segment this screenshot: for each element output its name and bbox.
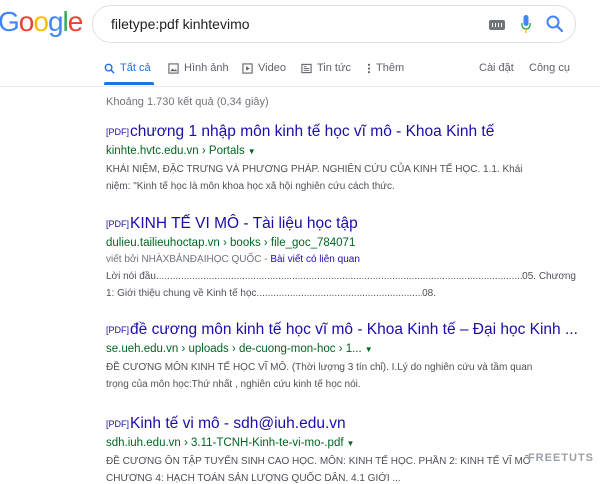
tabs-divider [0, 86, 600, 87]
tab-tools[interactable]: Công cụ [529, 62, 570, 74]
tab-label: Video [258, 62, 286, 74]
logo-letter: G [0, 6, 20, 37]
search-result: [PDF]KINH TẾ VI MÔ - Tài liệu học tập du… [106, 214, 576, 302]
watermark-logo: FREETUTS [527, 452, 594, 464]
author-text: viết bởi NHÀXBẢNĐẠIHỌC QUỐC - [106, 254, 271, 265]
result-author-line: viết bởi NHÀXBẢNĐẠIHỌC QUỐC - Bài viết c… [106, 252, 576, 268]
result-snippet-line: niệm: "Kinh tế học là môn khoa học xã hộ… [106, 181, 395, 192]
result-title: chương 1 nhập môn kinh tế học vĩ mô - Kh… [130, 123, 495, 140]
mic-icon[interactable] [521, 15, 531, 35]
result-title-link[interactable]: [PDF]đề cương môn kinh tế học vĩ mô - Kh… [106, 320, 578, 340]
tab-video[interactable]: Video [242, 62, 286, 74]
result-url-text: sdh.iuh.edu.vn › 3.11-TCNH-Kinh-te-vi-mo… [106, 437, 344, 449]
more-icon [367, 63, 371, 73]
result-url[interactable]: dulieu.tailieuhoctap.vn › books › file_g… [106, 234, 576, 252]
result-snippet-line: trọng của môn học:Thứ nhất , nghiên cứu … [106, 379, 361, 390]
result-snippet-line: ĐỀ CƯƠNG ÔN TẬP TUYỂN SINH CAO HỌC. MÔN:… [106, 456, 531, 467]
toc-right: 05. Chương [522, 271, 576, 282]
result-stats: Khoảng 1.730 kết quả (0,34 giây) [106, 96, 269, 108]
caret-down-icon[interactable]: ▼ [365, 345, 373, 354]
tab-label: Tất cả [120, 62, 151, 74]
keyboard-icon[interactable] [489, 20, 505, 30]
tab-label: Tin tức [317, 62, 351, 74]
search-icon[interactable] [545, 14, 565, 34]
result-snippet-line: CHƯƠNG 4: HẠCH TOÁN SẢN LƯỢNG QUỐC DÂN. … [106, 473, 401, 484]
search-icon [104, 63, 115, 74]
pdf-badge: [PDF] [106, 219, 130, 229]
pdf-badge: [PDF] [106, 419, 130, 429]
result-title: đề cương môn kinh tế học vĩ mô - Khoa Ki… [130, 321, 578, 338]
logo-letter: o [18, 6, 35, 37]
toc-dots: ........................................… [155, 271, 523, 282]
toc-left: Lời nói đầu [106, 271, 156, 282]
search-bar[interactable]: filetype:pdf kinhtevimo [92, 5, 576, 43]
tab-images[interactable]: Hình ảnh [168, 62, 229, 74]
result-title: KINH TẾ VI MÔ - Tài liệu học tập [130, 215, 358, 232]
toc-right: 08. [422, 288, 436, 299]
logo-letter: e [67, 6, 84, 37]
pdf-badge: [PDF] [106, 325, 130, 335]
result-url-text: se.ueh.edu.vn › uploads › de-cuong-mon-h… [106, 343, 362, 355]
result-url[interactable]: sdh.iuh.edu.vn › 3.11-TCNH-Kinh-te-vi-mo… [106, 434, 576, 453]
tab-more[interactable]: Thêm [367, 62, 404, 74]
search-result: [PDF]chương 1 nhập môn kinh tế học vĩ mô… [106, 122, 576, 195]
related-articles-link[interactable]: Bài viết có liên quan [270, 254, 360, 265]
result-url[interactable]: se.ueh.edu.vn › uploads › de-cuong-mon-h… [106, 340, 576, 359]
tab-all[interactable]: Tất cả [104, 62, 151, 74]
result-url-text: kinhte.hvtc.edu.vn › Portals [106, 145, 245, 157]
video-icon [242, 62, 253, 74]
tab-label: Cài đặt [479, 62, 514, 74]
caret-down-icon[interactable]: ▼ [347, 439, 355, 448]
google-logo[interactable]: Google [0, 6, 84, 38]
result-title-link[interactable]: [PDF]chương 1 nhập môn kinh tế học vĩ mô… [106, 122, 576, 142]
logo-letters: oogle [18, 6, 84, 38]
caret-down-icon[interactable]: ▼ [248, 147, 256, 156]
result-snippet-line: KHÁI NIỆM, ĐẶC TRƯNG VÀ PHƯƠNG PHÁP. NGH… [106, 164, 523, 175]
search-result: [PDF]Kinh tế vi mô - sdh@iuh.edu.vn sdh.… [106, 414, 576, 484]
result-title-link[interactable]: [PDF]KINH TẾ VI MÔ - Tài liệu học tập [106, 214, 576, 234]
result-url-text: dulieu.tailieuhoctap.vn › books › file_g… [106, 237, 356, 249]
tab-settings[interactable]: Cài đặt [479, 62, 514, 74]
toc-row: 1: Giới thiệu chung về Kinh tế học .....… [106, 285, 436, 302]
image-icon [168, 62, 179, 74]
toc-row: Lời nói đầu.............................… [106, 268, 576, 285]
result-title-link[interactable]: [PDF]Kinh tế vi mô - sdh@iuh.edu.vn [106, 414, 576, 434]
result-title: Kinh tế vi mô - sdh@iuh.edu.vn [130, 415, 346, 432]
toc-left: 1: Giới thiệu chung về Kinh tế học [106, 288, 257, 299]
tab-label: Thêm [376, 62, 405, 74]
result-snippet-line: ĐỀ CƯƠNG MÔN KINH TẾ HỌC VĨ MÔ. (Thời lư… [106, 362, 533, 373]
search-result: [PDF]đề cương môn kinh tế học vĩ mô - Kh… [106, 320, 578, 393]
tab-label: Hình ảnh [184, 62, 229, 74]
search-tabs: Tất cả Hình ảnh Video Tin tức Thêm Cài đ… [0, 56, 600, 86]
tab-label: Công cụ [529, 62, 570, 74]
logo-letter: g [47, 6, 64, 37]
logo-letter: o [33, 6, 49, 37]
tab-news[interactable]: Tin tức [301, 62, 351, 74]
active-tab-indicator [104, 82, 154, 85]
result-url[interactable]: kinhte.hvtc.edu.vn › Portals ▼ [106, 142, 576, 161]
news-icon [301, 63, 312, 73]
search-input[interactable]: filetype:pdf kinhtevimo [111, 16, 250, 32]
pdf-badge: [PDF] [106, 127, 130, 137]
toc-dots: ........................................… [256, 288, 423, 299]
